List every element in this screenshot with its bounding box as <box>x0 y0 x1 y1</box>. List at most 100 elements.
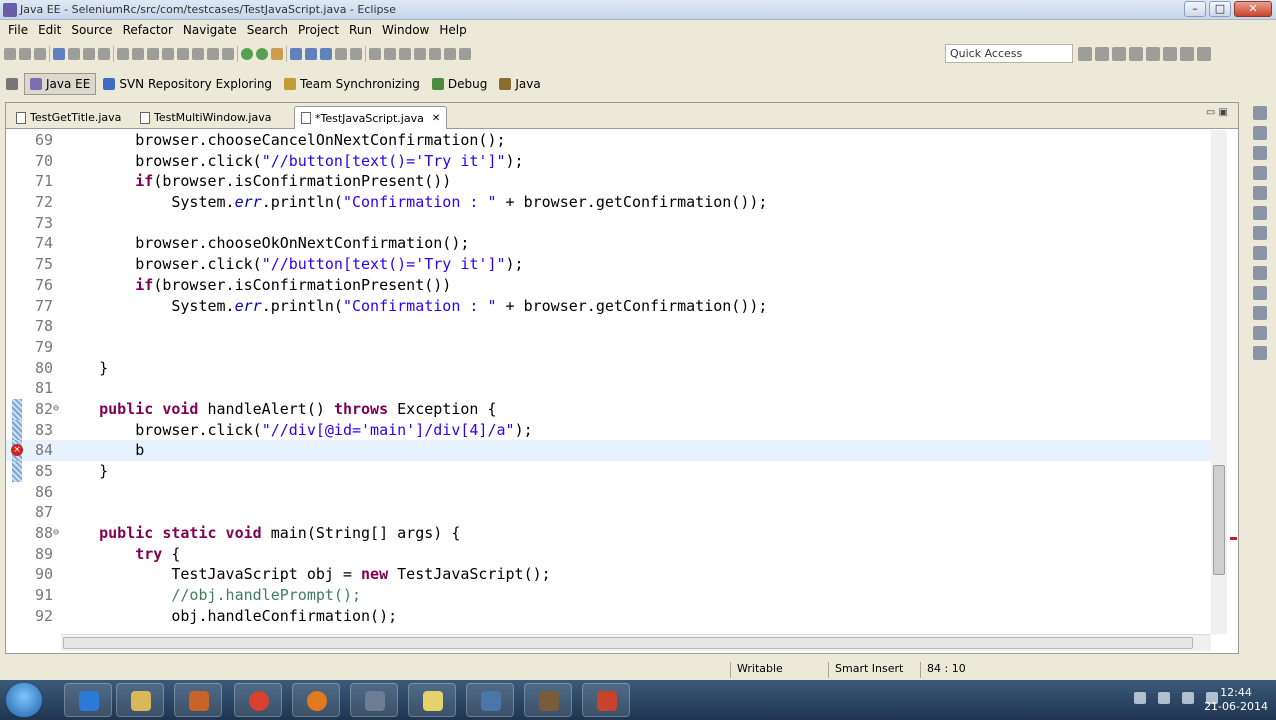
taskbar-tool[interactable] <box>466 683 514 717</box>
outline-view-icon[interactable] <box>1253 126 1267 140</box>
code-line[interactable]: 89 try { <box>6 544 1211 565</box>
forward-icon[interactable] <box>429 48 441 60</box>
code-line[interactable]: 92 obj.handleConfirmation(); <box>6 606 1211 627</box>
prev-annotation-icon[interactable] <box>369 48 381 60</box>
external-tools-icon[interactable] <box>271 48 283 60</box>
code-line[interactable]: 78 <box>6 316 1211 337</box>
last-edit-icon[interactable] <box>399 48 411 60</box>
properties-view-icon[interactable] <box>1253 186 1267 200</box>
show-hidden-icon[interactable] <box>1134 692 1146 704</box>
menu-refactor[interactable]: Refactor <box>118 23 178 37</box>
restore-icon[interactable] <box>1163 47 1177 61</box>
tab-close-icon[interactable]: ✕ <box>432 113 440 124</box>
taskbar-ie[interactable] <box>64 683 112 717</box>
perspective-team[interactable]: Team Synchronizing <box>279 74 425 94</box>
horizontal-scrollbar[interactable] <box>61 634 1211 651</box>
menu-edit[interactable]: Edit <box>33 23 66 37</box>
code-line[interactable]: 72 System.err.println("Confirmation : " … <box>6 192 1211 213</box>
format-icon[interactable] <box>68 48 80 60</box>
open-type-icon[interactable] <box>335 48 347 60</box>
menu-help[interactable]: Help <box>434 23 471 37</box>
nav-back-icon[interactable] <box>1095 47 1109 61</box>
progress-icon[interactable] <box>1253 286 1267 300</box>
open-perspective-icon[interactable] <box>1078 47 1092 61</box>
editor-min-max-icon[interactable]: ▭ ▣ <box>1206 107 1228 118</box>
tab-testmultiwindow[interactable]: TestMultiWindow.java <box>134 106 277 129</box>
package-explorer-icon[interactable] <box>1253 326 1267 340</box>
scroll-thumb[interactable] <box>1213 465 1225 575</box>
tab-testgettitle[interactable]: TestGetTitle.java <box>10 106 127 129</box>
code-line[interactable]: 88 ⊖ public static void main(String[] arg… <box>6 523 1211 544</box>
taskbar-explorer[interactable] <box>116 683 164 717</box>
step-return-icon[interactable] <box>222 48 234 60</box>
nav-forward-icon[interactable] <box>1112 47 1126 61</box>
fold-toggle-icon[interactable]: ⊖ <box>53 523 59 544</box>
fold-toggle-icon[interactable]: ⊖ <box>53 399 59 420</box>
code-line[interactable]: 69 browser.chooseCancelOnNextConfirmatio… <box>6 130 1211 151</box>
new-java-project-icon[interactable] <box>290 48 302 60</box>
skip-breakpoints-icon[interactable] <box>117 48 129 60</box>
code-line[interactable]: 74 browser.chooseOkOnNextConfirmation(); <box>6 233 1211 254</box>
task-list-icon[interactable] <box>1253 146 1267 160</box>
step-over-icon[interactable] <box>207 48 219 60</box>
minimize-button[interactable]: – <box>1184 1 1206 17</box>
save-all-icon[interactable] <box>34 48 46 60</box>
toggle-breadcrumb-icon[interactable] <box>459 48 471 60</box>
taskbar-powerpoint[interactable] <box>582 683 630 717</box>
vertical-scrollbar[interactable] <box>1211 130 1227 634</box>
clock[interactable]: 12:44 21-06-2014 <box>1204 686 1268 714</box>
code-line[interactable]: 73 <box>6 213 1211 234</box>
menu-window[interactable]: Window <box>377 23 434 37</box>
close-button[interactable]: ✕ <box>1234 1 1272 17</box>
code-line[interactable]: 80 } <box>6 358 1211 379</box>
code-line[interactable]: 83 browser.click("//div[@id='main']/div[… <box>6 419 1211 441</box>
block-selection-icon[interactable] <box>98 48 110 60</box>
perspective-debug[interactable]: Debug <box>427 74 492 94</box>
suspend-icon[interactable] <box>147 48 159 60</box>
taskbar-notes[interactable] <box>408 683 456 717</box>
resume-icon[interactable] <box>132 48 144 60</box>
code-line[interactable]: 81 <box>6 378 1211 399</box>
taskbar-chrome[interactable] <box>234 683 282 717</box>
taskbar-firefox[interactable] <box>292 683 340 717</box>
code-line[interactable]: 71 if(browser.isConfirmationPresent()) <box>6 171 1211 192</box>
flag-icon[interactable] <box>1158 692 1170 704</box>
save-icon[interactable] <box>19 48 31 60</box>
data-source-icon[interactable] <box>1253 226 1267 240</box>
terminate-icon[interactable] <box>162 48 174 60</box>
toggle-mark-icon[interactable] <box>83 48 95 60</box>
code-line[interactable]: 86 <box>6 482 1211 503</box>
scroll-thumb[interactable] <box>63 637 1193 649</box>
open-perspective-icon[interactable] <box>6 78 18 90</box>
code-line[interactable]: 91 //obj.handlePrompt(); <box>6 585 1211 606</box>
pin-editor-icon[interactable] <box>444 48 456 60</box>
code-area[interactable]: 69 browser.chooseCancelOnNextConfirmatio… <box>6 130 1211 634</box>
perspective-java-ee[interactable]: Java EE <box>24 73 97 95</box>
code-line[interactable]: 76 if(browser.isConfirmationPresent()) <box>6 275 1211 296</box>
taskbar-media[interactable] <box>174 683 222 717</box>
code-line[interactable]: 85 } <box>6 461 1211 482</box>
next-annotation-icon[interactable] <box>384 48 396 60</box>
new-package-icon[interactable] <box>305 48 317 60</box>
error-overview-marker[interactable] <box>1230 537 1237 540</box>
restore-icon[interactable] <box>1253 306 1267 320</box>
maximize-view-icon[interactable] <box>1146 47 1160 61</box>
perspective-java[interactable]: Java <box>494 74 545 94</box>
taskbar-eclipse[interactable] <box>524 683 572 717</box>
network-icon[interactable] <box>1182 692 1194 704</box>
menu-source[interactable]: Source <box>66 23 117 37</box>
overview-ruler[interactable] <box>1228 130 1238 634</box>
code-line[interactable]: 82 ⊖ public void handleAlert() throws Exc… <box>6 398 1211 420</box>
view-menu-icon[interactable] <box>1197 47 1211 61</box>
menu-run[interactable]: Run <box>344 23 377 37</box>
code-line[interactable]: 87 <box>6 502 1211 523</box>
back-icon[interactable] <box>414 48 426 60</box>
markers-view-icon[interactable] <box>1253 166 1267 180</box>
code-line[interactable]: 70 browser.click("//button[text()='Try i… <box>6 151 1211 172</box>
search-icon[interactable] <box>350 48 362 60</box>
console-icon[interactable] <box>1253 266 1267 280</box>
tab-testjavascript[interactable]: *TestJavaScript.java ✕ <box>294 106 448 129</box>
code-line[interactable]: 90 TestJavaScript obj = new TestJavaScri… <box>6 564 1211 585</box>
menu-navigate[interactable]: Navigate <box>178 23 242 37</box>
servers-view-icon[interactable] <box>1253 206 1267 220</box>
